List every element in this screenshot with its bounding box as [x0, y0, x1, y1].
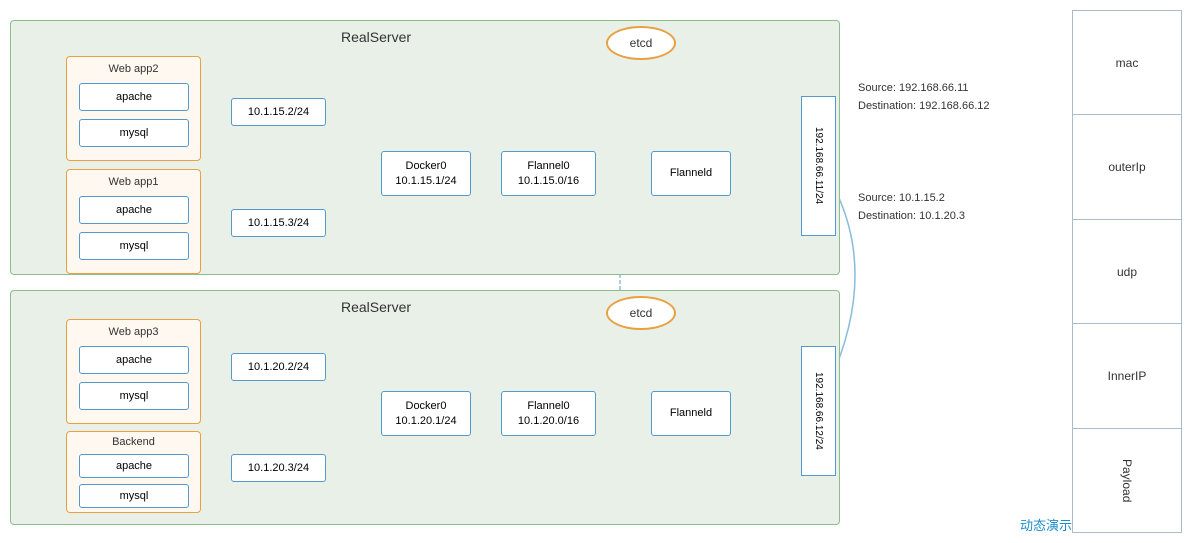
backend-mysql: mysql — [79, 484, 189, 508]
webapp2-apache: apache — [79, 83, 189, 111]
info1-dest: Destination: 192.168.66.12 — [858, 98, 990, 116]
webapp2-label: Web app2 — [67, 63, 200, 75]
info1-source: Source: 192.168.66.11 — [858, 80, 990, 98]
panel-mac: mac — [1073, 11, 1181, 115]
server1-ip2: 10.1.15.3/24 — [231, 209, 326, 237]
webapp1-apache: apache — [79, 196, 189, 224]
backend-apache: apache — [79, 454, 189, 478]
server2-vert-ip: 192.168.66.12/24 — [801, 346, 836, 476]
webapp3-label: Web app3 — [67, 326, 200, 338]
webapp1-container: Web app1 apache mysql — [66, 169, 201, 274]
backend-label: Backend — [67, 436, 200, 448]
server1-ip1: 10.1.15.2/24 — [231, 98, 326, 126]
server1-etcd: etcd — [606, 26, 676, 60]
server1-docker0: Docker010.1.15.1/24 — [381, 151, 471, 196]
webapp3-apache: apache — [79, 346, 189, 374]
server1-block: RealServer etcd Web app2 apache mysql We… — [10, 20, 840, 275]
info2-source: Source: 10.1.15.2 — [858, 190, 965, 208]
demo-link[interactable]: 动态演示 — [1020, 515, 1072, 534]
server1-label: RealServer — [341, 29, 411, 45]
panel-innerip: InnerIP — [1073, 324, 1181, 428]
webapp2-mysql: mysql — [79, 119, 189, 147]
server1-flannel0: Flannel010.1.15.0/16 — [501, 151, 596, 196]
server2-flanneld: Flanneld — [651, 391, 731, 436]
webapp1-mysql: mysql — [79, 232, 189, 260]
server2-etcd: etcd — [606, 296, 676, 330]
webapp2-container: Web app2 apache mysql — [66, 56, 201, 161]
webapp3-container: Web app3 apache mysql — [66, 319, 201, 424]
server2-docker0: Docker010.1.20.1/24 — [381, 391, 471, 436]
info2-dest: Destination: 10.1.20.3 — [858, 208, 965, 226]
info1-area: Source: 192.168.66.11 Destination: 192.1… — [858, 80, 990, 115]
webapp1-label: Web app1 — [67, 176, 200, 188]
server2-ip2: 10.1.20.3/24 — [231, 454, 326, 482]
main-container: RealServer etcd Web app2 apache mysql We… — [0, 0, 1190, 543]
server2-ip1: 10.1.20.2/24 — [231, 353, 326, 381]
diagram-area: RealServer etcd Web app2 apache mysql We… — [0, 0, 1072, 543]
server1-flanneld: Flanneld — [651, 151, 731, 196]
right-panel: mac outerIp udp InnerIP Payload — [1072, 10, 1182, 533]
backend-container: Backend apache mysql — [66, 431, 201, 513]
server2-label: RealServer — [341, 299, 411, 315]
server2-flannel0: Flannel010.1.20.0/16 — [501, 391, 596, 436]
server2-block: RealServer etcd Web app3 apache mysql Ba… — [10, 290, 840, 525]
server1-vert-ip: 192.168.66.11/24 — [801, 96, 836, 236]
info2-area: Source: 10.1.15.2 Destination: 10.1.20.3 — [858, 190, 965, 225]
panel-outerip: outerIp — [1073, 115, 1181, 219]
panel-udp: udp — [1073, 220, 1181, 324]
panel-payload: Payload — [1073, 429, 1181, 532]
webapp3-mysql: mysql — [79, 382, 189, 410]
